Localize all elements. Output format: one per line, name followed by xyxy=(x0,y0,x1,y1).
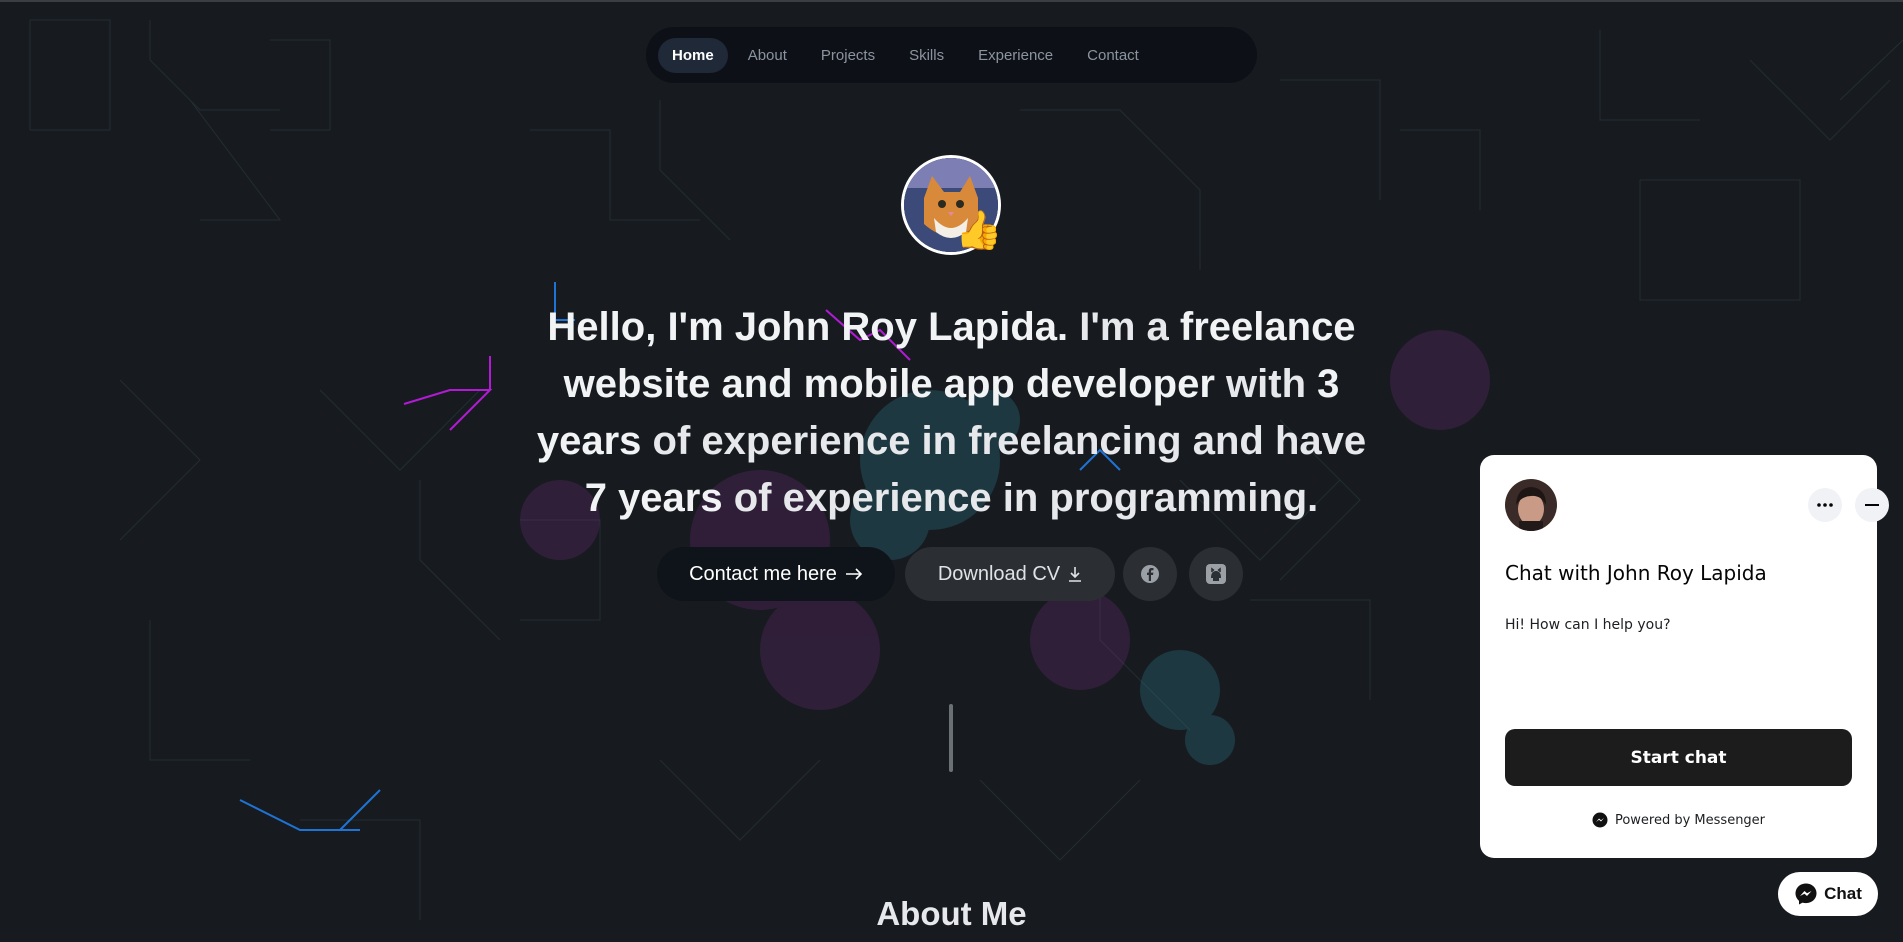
messenger-chat-widget: Chat with John Roy Lapida Hi! How can I … xyxy=(1480,455,1889,858)
hero-name: Hello, I'm John Roy Lapida. xyxy=(547,304,1069,349)
github-icon xyxy=(1206,564,1226,584)
contact-me-button[interactable]: Contact me here xyxy=(657,547,895,601)
top-border xyxy=(0,0,1903,2)
start-chat-button[interactable]: Start chat xyxy=(1505,729,1852,786)
hero-intro: Hello, I'm John Roy Lapida. I'm a freela… xyxy=(530,299,1373,527)
facebook-icon xyxy=(1141,565,1159,583)
chat-avatar xyxy=(1505,479,1557,531)
nav-item-skills[interactable]: Skills xyxy=(895,38,958,73)
contact-me-label: Contact me here xyxy=(689,562,837,585)
messenger-icon xyxy=(1592,812,1608,828)
chat-title: Chat with John Roy Lapida xyxy=(1505,561,1767,585)
messenger-icon xyxy=(1795,883,1817,905)
nav-item-contact[interactable]: Contact xyxy=(1073,38,1153,73)
arrow-right-icon xyxy=(845,568,863,580)
minimize-button[interactable] xyxy=(1855,488,1889,522)
more-options-button[interactable] xyxy=(1808,488,1842,522)
nav-item-projects[interactable]: Projects xyxy=(807,38,889,73)
nav-item-home[interactable]: Home xyxy=(658,37,728,73)
download-cv-label: Download CV xyxy=(937,562,1061,585)
github-button[interactable] xyxy=(1189,547,1243,601)
hero-text: of experience in programming. xyxy=(722,475,1319,520)
more-icon xyxy=(1817,503,1833,507)
person-avatar-icon xyxy=(1505,479,1557,531)
download-icon xyxy=(1069,567,1082,582)
hero-text: with xyxy=(1214,361,1318,406)
about-heading: About Me xyxy=(876,895,1027,933)
hero-programming-years: 7 years xyxy=(584,475,723,520)
scroll-indicator xyxy=(949,704,953,772)
download-cv-button[interactable]: Download CV xyxy=(905,547,1115,601)
facebook-button[interactable] xyxy=(1123,547,1177,601)
minimize-icon xyxy=(1865,504,1879,506)
hero-text: of experience in freelancing and have xyxy=(641,418,1367,463)
chat-toggle-button[interactable]: Chat xyxy=(1778,872,1878,916)
thumbs-up-icon: 👍 xyxy=(955,210,1003,252)
main-nav: Home About Projects Skills Experience Co… xyxy=(646,27,1257,83)
powered-by-messenger: Powered by Messenger xyxy=(1480,812,1877,828)
nav-item-experience[interactable]: Experience xyxy=(964,38,1067,73)
chat-greeting: Hi! How can I help you? xyxy=(1505,617,1671,633)
chat-toggle-label: Chat xyxy=(1824,884,1862,903)
powered-by-text: Powered by Messenger xyxy=(1614,812,1766,828)
hero-text: I'm a xyxy=(1068,304,1180,349)
nav-item-about[interactable]: About xyxy=(734,38,801,73)
